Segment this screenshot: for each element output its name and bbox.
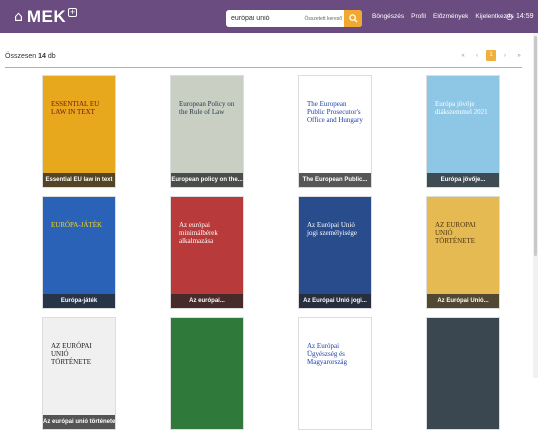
book-cover-title: ESSENTIAL EU LAW IN TEXT: [51, 100, 100, 117]
book-cover-title: Az Európai Unió jogi személyisége: [307, 221, 357, 238]
book-card[interactable]: ESSENTIAL EU LAW IN TEXT Essential EU law…: [42, 75, 116, 188]
book-cover-title: AZ EURÓPAI UNIÓ TÖRTÉNETE: [51, 342, 92, 367]
book-card[interactable]: Az európai minimálbérek alkalmazása Az eu…: [170, 196, 244, 309]
book-card[interactable]: AZ EUROPAI UNIÓ TÖRTÉNETE Az Európai Unió…: [426, 196, 500, 309]
logo-plus-icon: +: [68, 7, 78, 17]
book-cover-title: European Policy on the Rule of Law: [179, 100, 235, 117]
time-text: 14:59: [515, 13, 534, 20]
book-cover-title: Európa jövője diákszemmel 2021: [435, 100, 488, 117]
book-card[interactable]: AZ EURÓPAI UNIÓ TÖRTÉNETE Az európai unió…: [42, 317, 116, 430]
search-button[interactable]: [344, 10, 362, 27]
next-page-button[interactable]: ›: [498, 53, 512, 59]
last-page-button[interactable]: »: [512, 53, 526, 59]
book-cover-title: AZ EUROPAI UNIÓ TÖRTÉNETE: [435, 221, 476, 246]
book-title-caption: Az európai...: [171, 294, 243, 308]
divider: [5, 67, 522, 68]
logo[interactable]: ⌂ MEK +: [14, 6, 78, 27]
search-input[interactable]: [226, 15, 294, 22]
book-title-caption: Az európai unió története: [43, 415, 115, 429]
book-cover: Az Európai Unió jogi személyisége: [299, 197, 371, 308]
logo-text: MEK: [26, 6, 67, 26]
nav-profile[interactable]: Profil: [411, 13, 426, 20]
nav-history[interactable]: Előzmények: [433, 13, 468, 20]
main-nav: Böngészés Profil Előzmények Kijelentkezé…: [372, 13, 521, 20]
book-card[interactable]: Az Európai Unió jogi személyisége Az Euró…: [298, 196, 372, 309]
book-title-caption: European policy on the...: [171, 173, 243, 187]
book-card[interactable]: EURÓPA-JÁTÉK Európa-játék: [42, 196, 116, 309]
book-card[interactable]: Az Európai Ügyészség és Magyarország: [298, 317, 372, 430]
book-cover: Az Európai Ügyészség és Magyarország: [299, 318, 371, 429]
book-cover: EURÓPA-JÁTÉK: [43, 197, 115, 308]
result-count: Összesen 14 db: [5, 53, 56, 60]
book-title-caption: Európa-játék: [43, 294, 115, 308]
book-cover-title: Az Európai Ügyészség és Magyarország: [307, 342, 348, 367]
book-title-caption: Európa jövője...: [427, 173, 499, 187]
book-cover: European Policy on the Rule of Law: [171, 76, 243, 187]
nav-browse[interactable]: Böngészés: [372, 13, 404, 20]
result-count-prefix: Összesen: [5, 53, 37, 60]
search-icon: [348, 14, 358, 23]
book-cover: The European Public Prosecutor's Office …: [299, 76, 371, 187]
top-bar: ⌂ MEK + Összetett kereső Böngészés Profi…: [0, 0, 538, 33]
book-card[interactable]: European Policy on the Rule of Law Europe…: [170, 75, 244, 188]
book-card[interactable]: [426, 317, 500, 430]
book-cover: AZ EUROPAI UNIÓ TÖRTÉNETE: [427, 197, 499, 308]
book-cover-title: Az európai minimálbérek alkalmazása: [179, 221, 218, 246]
search-bar: Összetett kereső: [226, 10, 362, 27]
session-clock: ◷ 14:59: [506, 12, 534, 21]
book-title-caption: The European Public...: [299, 173, 371, 187]
first-page-button[interactable]: «: [456, 53, 470, 59]
book-cover: ESSENTIAL EU LAW IN TEXT: [43, 76, 115, 187]
building-icon: ⌂: [14, 8, 23, 25]
book-cover: Az európai minimálbérek alkalmazása: [171, 197, 243, 308]
book-cover: [171, 318, 243, 429]
scrollbar-thumb[interactable]: [534, 36, 537, 256]
book-title-caption: Az Európai Unió...: [427, 294, 499, 308]
book-card[interactable]: [170, 317, 244, 430]
advanced-search-link[interactable]: Összetett kereső: [294, 16, 344, 22]
result-count-suffix: db: [47, 53, 56, 60]
clock-icon: ◷: [506, 12, 513, 21]
current-page-button[interactable]: 1: [486, 50, 496, 61]
result-count-number: 14: [38, 53, 46, 60]
book-card[interactable]: Európa jövője diákszemmel 2021 Európa jöv…: [426, 75, 500, 188]
book-cover-title: EURÓPA-JÁTÉK: [51, 221, 103, 229]
book-card[interactable]: The European Public Prosecutor's Office …: [298, 75, 372, 188]
book-cover: AZ EURÓPAI UNIÓ TÖRTÉNETE: [43, 318, 115, 429]
book-cover: Európa jövője diákszemmel 2021: [427, 76, 499, 187]
book-title-caption: Essential EU law in text: [43, 173, 115, 187]
prev-page-button[interactable]: ‹: [470, 53, 484, 59]
book-cover: [427, 318, 499, 429]
pagination: « ‹ 1 › »: [456, 50, 526, 61]
book-cover-title: The European Public Prosecutor's Office …: [307, 100, 363, 125]
book-title-caption: Az Európai Unió jogi...: [299, 294, 371, 308]
